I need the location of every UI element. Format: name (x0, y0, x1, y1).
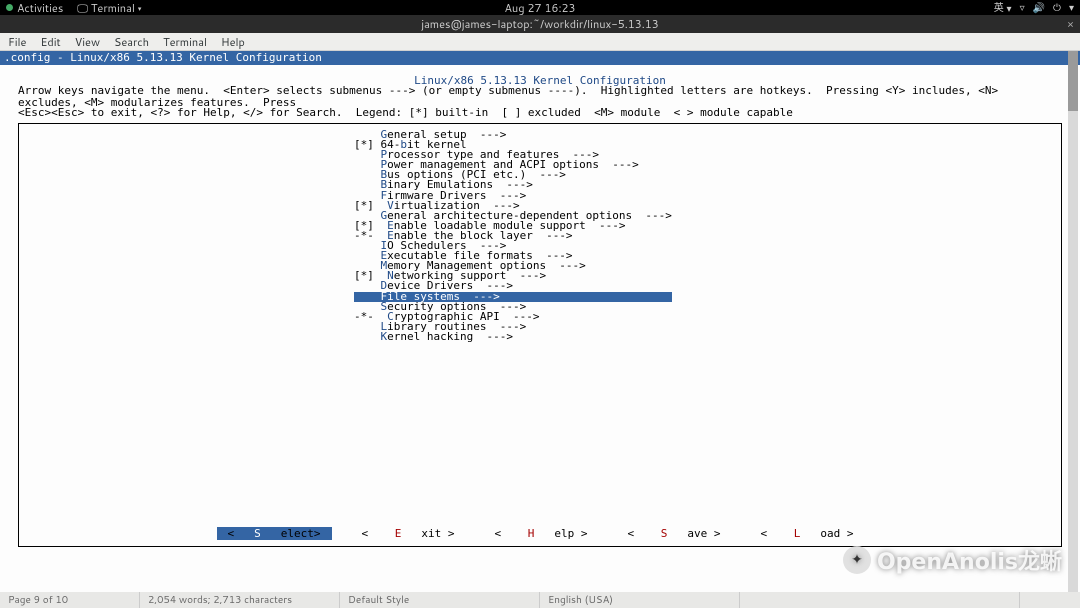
menuconfig: Linux/x86 5.13.13 Kernel Configuration A… (0, 65, 1080, 547)
status-language: English (USA) (540, 592, 740, 608)
scrollbar-thumb[interactable] (1068, 51, 1078, 111)
menuconfig-button-exit[interactable]: < Exit > (352, 527, 465, 540)
gnome-top-bar: Activities 🖵 Terminal ▾ Aug 27 16:23 英 ▾… (0, 0, 1080, 15)
menuconfig-button-help[interactable]: < Help > (485, 527, 598, 540)
menuconfig-button-load[interactable]: < Load > (751, 527, 864, 540)
status-blank (740, 592, 1020, 608)
network-icon[interactable]: ▿ (1020, 1, 1025, 15)
status-page: Page 9 of 10 (0, 592, 140, 608)
menuconfig-button-select[interactable]: <Select> (217, 527, 332, 540)
menuconfig-button-row: <Select> < Exit > < Help > < Save > < Load > (19, 528, 1061, 540)
terminal-viewport: .config - Linux/x86 5.13.13 Kernel Confi… (0, 51, 1080, 592)
power-icon[interactable]: ⏻ (1053, 1, 1061, 15)
status-word-count: 2,054 words; 2,713 characters (140, 592, 340, 608)
menu-file[interactable]: File (8, 34, 26, 50)
status-bar: Page 9 of 10 2,054 words; 2,713 characte… (0, 592, 1080, 608)
activities-icon[interactable] (6, 4, 13, 11)
app-menu[interactable]: 🖵 Terminal ▾ (77, 0, 141, 16)
terminal-scrollbar[interactable] (1068, 51, 1078, 592)
system-menu-chevron-icon[interactable]: ▾ (1069, 1, 1074, 15)
window-close-button[interactable]: × (1067, 16, 1074, 32)
terminal-menubar: File Edit View Search Terminal Help (0, 33, 1080, 51)
status-blank-2 (1020, 592, 1080, 608)
activities-button[interactable]: Activities (17, 0, 63, 16)
menu-item-20[interactable]: Kernel hacking ---> (354, 332, 672, 342)
volume-icon[interactable]: 🔊 (1033, 1, 1045, 15)
status-style: Default Style (340, 592, 540, 608)
menu-view[interactable]: View (75, 34, 100, 50)
menu-help[interactable]: Help (221, 34, 245, 50)
menuconfig-button-save[interactable]: < Save > (618, 527, 731, 540)
menu-edit[interactable]: Edit (40, 34, 60, 50)
menuconfig-header-bar: .config - Linux/x86 5.13.13 Kernel Confi… (0, 51, 1080, 65)
clock[interactable]: Aug 27 16:23 (504, 0, 575, 16)
input-method-indicator[interactable]: 英 ▾ (994, 0, 1012, 16)
menu-terminal[interactable]: Terminal (163, 34, 207, 50)
window-title: james@james-laptop:~/workdir/linux-5.13.… (421, 16, 659, 32)
window-titlebar: james@james-laptop:~/workdir/linux-5.13.… (0, 15, 1080, 33)
menuconfig-frame: General setup --->[*] 64-bit kernel Proc… (18, 123, 1062, 547)
menuconfig-menu-list[interactable]: General setup --->[*] 64-bit kernel Proc… (354, 130, 672, 342)
menuconfig-hint-line-2: <Esc><Esc> to exit, <?> for Help, </> fo… (0, 107, 1080, 119)
menu-search[interactable]: Search (114, 34, 149, 50)
